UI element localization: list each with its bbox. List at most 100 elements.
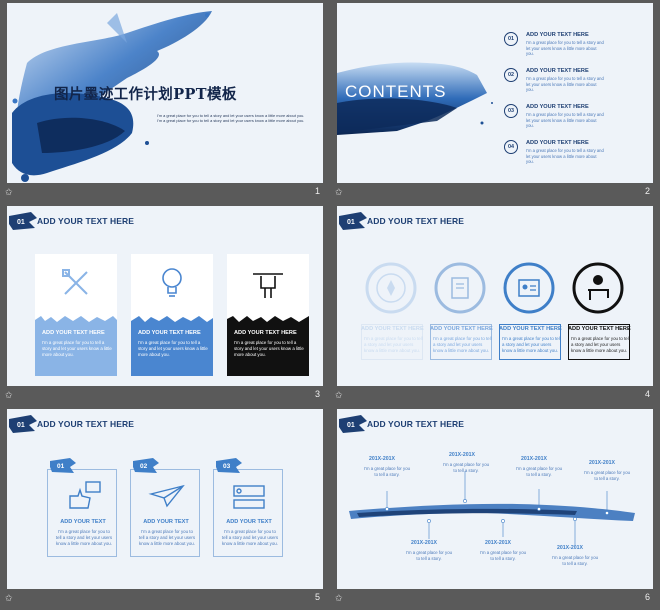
item-index-badge: 04 bbox=[504, 140, 518, 154]
slide-thumbnail-1[interactable]: 图片墨迹工作计划PPT模板 I'm a great place for you … bbox=[0, 0, 330, 203]
timeline-desc[interactable]: I'm a great place for you to tell a stor… bbox=[550, 555, 600, 567]
contents-item-2[interactable]: 02 ADD YOUR TEXT HERE I'm a great place … bbox=[504, 68, 644, 102]
item-body[interactable]: I'm a great place for you to tell a stor… bbox=[526, 76, 604, 93]
timeline-date[interactable]: 201X-201X bbox=[369, 456, 395, 462]
item-heading[interactable]: ADD YOUR TEXT HERE bbox=[526, 140, 589, 146]
lightbulb-icon bbox=[162, 268, 182, 297]
pencil-ruler-icon bbox=[62, 269, 88, 295]
card-heading[interactable]: ADD YOUR TEXT HERE bbox=[42, 330, 105, 336]
contents-item-4[interactable]: 04 ADD YOUR TEXT HERE I'm a great place … bbox=[504, 140, 644, 174]
card-body[interactable]: I'm a great place for you to tell a stor… bbox=[55, 529, 113, 547]
slide-canvas[interactable]: 图片墨迹工作计划PPT模板 I'm a great place for you … bbox=[7, 3, 323, 183]
slide-canvas[interactable]: 01 ADD YOUR TEXT HERE 201X-201X I'm a gr… bbox=[337, 409, 653, 589]
slide-canvas[interactable]: 01 ADD YOUR TEXT HERE ADD YOUR TEXT I'm … bbox=[7, 409, 323, 589]
contents-item-3[interactable]: 03 ADD YOUR TEXT HERE I'm a great place … bbox=[504, 104, 644, 138]
slide-canvas[interactable]: 01 ADD YOUR TEXT HERE ADD YOUR TEXT HERE… bbox=[337, 206, 653, 386]
card-index: 02 bbox=[140, 463, 148, 470]
card-body[interactable]: I'm a great place for you to tell a stor… bbox=[234, 340, 304, 358]
info-body[interactable]: I'm a great place for you to tell a stor… bbox=[433, 336, 493, 354]
info-body[interactable]: I'm a great place for you to tell a stor… bbox=[364, 336, 424, 354]
item-index-badge: 03 bbox=[504, 104, 518, 118]
icon-circle-id-card bbox=[503, 262, 555, 314]
timeline-date[interactable]: 201X-201X bbox=[449, 452, 475, 458]
slide-header[interactable]: ADD YOUR TEXT HERE bbox=[37, 216, 134, 226]
slide-header[interactable]: ADD YOUR TEXT HERE bbox=[37, 419, 134, 429]
contents-label[interactable]: CONTENTS bbox=[345, 82, 447, 102]
feature-card-2[interactable]: ADD YOUR TEXT HERE I'm a great place for… bbox=[131, 254, 213, 376]
slide-thumbnail-6[interactable]: 01 ADD YOUR TEXT HERE 201X-201X I'm a gr… bbox=[330, 406, 660, 609]
timeline-desc[interactable]: I'm a great place for you to tell a stor… bbox=[404, 550, 454, 562]
card-body[interactable]: I'm a great place for you to tell a stor… bbox=[138, 529, 196, 547]
timeline-desc[interactable]: I'm a great place for you to tell a stor… bbox=[441, 462, 491, 474]
card-heading[interactable]: ADD YOUR TEXT HERE bbox=[138, 330, 201, 336]
info-body[interactable]: I'm a great place for you to tell a stor… bbox=[502, 336, 562, 354]
info-body[interactable]: I'm a great place for you to tell a stor… bbox=[571, 336, 631, 354]
card-heading[interactable]: ADD YOUR TEXT HERE bbox=[234, 330, 297, 336]
info-heading[interactable]: ADD YOUR TEXT HERE bbox=[499, 326, 565, 332]
item-body[interactable]: I'm a great place for you to tell a stor… bbox=[526, 40, 604, 57]
item-index-badge: 02 bbox=[504, 68, 518, 82]
timeline-date[interactable]: 201X-201X bbox=[589, 460, 615, 466]
slide-header[interactable]: ADD YOUR TEXT HERE bbox=[367, 216, 464, 226]
item-body[interactable]: I'm a great place for you to tell a stor… bbox=[526, 148, 604, 165]
card-index: 01 bbox=[57, 463, 65, 470]
slide-canvas[interactable]: 01 ADD YOUR TEXT HERE ADD YOUR TEXT HERE… bbox=[7, 206, 323, 386]
timeline-desc[interactable]: I'm a great place for you to tell a stor… bbox=[478, 550, 528, 562]
slide-thumbnail-5[interactable]: 01 ADD YOUR TEXT HERE ADD YOUR TEXT I'm … bbox=[0, 406, 330, 609]
transition-star-icon[interactable]: ✩ bbox=[335, 187, 345, 197]
transition-star-icon[interactable]: ✩ bbox=[5, 390, 15, 400]
slide-title[interactable]: 图片墨迹工作计划PPT模板 bbox=[54, 83, 237, 104]
timeline-desc[interactable]: I'm a great place for you to tell a stor… bbox=[582, 470, 632, 482]
timeline-date[interactable]: 201X-201X bbox=[485, 540, 511, 546]
info-heading[interactable]: ADD YOUR TEXT HERE bbox=[568, 326, 634, 332]
transition-star-icon[interactable]: ✩ bbox=[335, 593, 345, 603]
item-heading[interactable]: ADD YOUR TEXT HERE bbox=[526, 104, 589, 110]
slide-thumbnail-4[interactable]: 01 ADD YOUR TEXT HERE ADD YOUR TEXT HERE… bbox=[330, 203, 660, 406]
transition-star-icon[interactable]: ✩ bbox=[5, 593, 15, 603]
info-heading[interactable]: ADD YOUR TEXT HERE bbox=[430, 326, 496, 332]
step-card-1[interactable]: ADD YOUR TEXT I'm a great place for you … bbox=[47, 469, 117, 557]
transition-star-icon[interactable]: ✩ bbox=[335, 390, 345, 400]
badge-number: 01 bbox=[17, 422, 25, 429]
card-heading[interactable]: ADD YOUR TEXT bbox=[214, 519, 284, 525]
slide-thumbnail-2[interactable]: CONTENTS 01 ADD YOUR TEXT HERE I'm a gre… bbox=[330, 0, 660, 203]
card-body[interactable]: I'm a great place for you to tell a stor… bbox=[138, 340, 208, 358]
item-heading[interactable]: ADD YOUR TEXT HERE bbox=[526, 68, 589, 74]
slide-number: 2 bbox=[644, 186, 650, 196]
slide-number: 6 bbox=[644, 592, 650, 602]
hand-pen-icon bbox=[253, 273, 283, 298]
transition-star-icon[interactable]: ✩ bbox=[5, 187, 15, 197]
item-body[interactable]: I'm a great place for you to tell a stor… bbox=[526, 112, 604, 129]
slide-number: 4 bbox=[644, 389, 650, 399]
card-heading[interactable]: ADD YOUR TEXT bbox=[131, 519, 201, 525]
thumbs-up-chat-icon bbox=[69, 481, 101, 509]
step-card-2[interactable]: ADD YOUR TEXT I'm a great place for you … bbox=[130, 469, 200, 557]
ink-badge-icon: 01 bbox=[9, 415, 37, 433]
step-card-3[interactable]: ADD YOUR TEXT I'm a great place for you … bbox=[213, 469, 283, 557]
card-body[interactable]: I'm a great place for you to tell a stor… bbox=[42, 340, 112, 358]
card-body[interactable]: I'm a great place for you to tell a stor… bbox=[221, 529, 279, 547]
ink-badge-icon: 01 bbox=[50, 458, 76, 473]
timeline-date[interactable]: 201X-201X bbox=[411, 540, 437, 546]
slide-number: 3 bbox=[314, 389, 320, 399]
contents-item-1[interactable]: 01 ADD YOUR TEXT HERE I'm a great place … bbox=[504, 32, 644, 66]
slide-number: 5 bbox=[314, 592, 320, 602]
card-index: 03 bbox=[223, 463, 231, 470]
slide-canvas[interactable]: CONTENTS 01 ADD YOUR TEXT HERE I'm a gre… bbox=[337, 3, 653, 183]
slide-sorter: 图片墨迹工作计划PPT模板 I'm a great place for you … bbox=[0, 0, 660, 610]
info-heading[interactable]: ADD YOUR TEXT HERE bbox=[361, 326, 427, 332]
ink-badge-icon: 01 bbox=[9, 212, 37, 230]
timeline-date[interactable]: 201X-201X bbox=[557, 545, 583, 551]
timeline-date[interactable]: 201X-201X bbox=[521, 456, 547, 462]
card-heading[interactable]: ADD YOUR TEXT bbox=[48, 519, 118, 525]
ink-badge-icon: 01 bbox=[339, 212, 367, 230]
timeline-desc[interactable]: I'm a great place for you to tell a stor… bbox=[362, 466, 412, 478]
paper-plane-icon bbox=[148, 484, 185, 508]
item-heading[interactable]: ADD YOUR TEXT HERE bbox=[526, 32, 589, 38]
slide-thumbnail-3[interactable]: 01 ADD YOUR TEXT HERE ADD YOUR TEXT HERE… bbox=[0, 203, 330, 406]
ink-badge-icon: 03 bbox=[216, 458, 242, 473]
feature-card-3[interactable]: ADD YOUR TEXT HERE I'm a great place for… bbox=[227, 254, 309, 376]
feature-card-1[interactable]: ADD YOUR TEXT HERE I'm a great place for… bbox=[35, 254, 117, 376]
slide-body-text[interactable]: I'm a great place for you to tell a stor… bbox=[157, 113, 307, 124]
timeline-desc[interactable]: I'm a great place for you to tell a stor… bbox=[514, 466, 564, 478]
